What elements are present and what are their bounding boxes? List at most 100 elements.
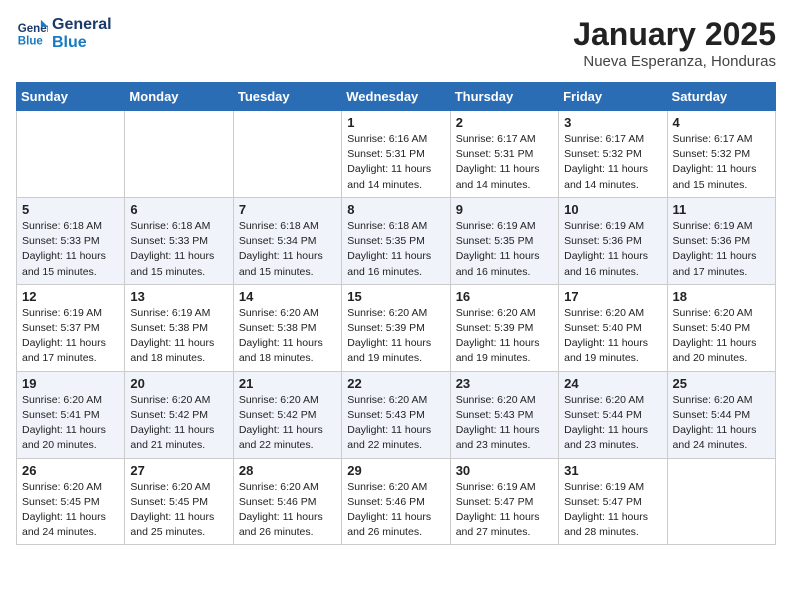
calendar-cell: 4Sunrise: 6:17 AMSunset: 5:32 PMDaylight… [667,111,775,198]
day-number: 31 [564,463,661,478]
calendar-cell: 9 Sunrise: 6:19 AMSunset: 5:35 PMDaylight… [450,197,558,284]
day-info: Sunrise: 6:20 AMSunset: 5:44 PMDaylight:… [673,393,770,454]
day-number: 30 [456,463,553,478]
calendar-cell: 26 Sunrise: 6:20 AMSunset: 5:45 PMDayligh… [17,458,125,545]
day-number: 28 [239,463,336,478]
day-info: Sunrise: 6:20 AMSunset: 5:38 PMDaylight:… [239,306,336,367]
header-friday: Friday [559,83,667,111]
day-info: Sunrise: 6:19 AMSunset: 5:37 PMDaylight:… [22,306,119,367]
day-number: 13 [130,289,227,304]
calendar-cell [17,111,125,198]
day-number: 24 [564,376,661,391]
day-info: Sunrise: 6:20 AMSunset: 5:42 PMDaylight:… [239,393,336,454]
calendar-cell: 10 Sunrise: 6:19 AMSunset: 5:36 PMDayligh… [559,197,667,284]
calendar-cell: 16 Sunrise: 6:20 AMSunset: 5:39 PMDayligh… [450,284,558,371]
day-info: Sunrise: 6:16 AMSunset: 5:31 PMDaylight:… [347,132,444,193]
day-number: 29 [347,463,444,478]
day-info: Sunrise: 6:20 AMSunset: 5:45 PMDaylight:… [22,480,119,541]
day-number: 6 [130,202,227,217]
calendar-cell: 11 Sunrise: 6:19 AMSunset: 5:36 PMDayligh… [667,197,775,284]
logo-line2: Blue [52,34,112,52]
calendar-cell: 24 Sunrise: 6:20 AMSunset: 5:44 PMDayligh… [559,371,667,458]
calendar-cell: 1 Sunrise: 6:16 AMSunset: 5:31 PMDaylight… [342,111,450,198]
day-number: 11 [673,202,770,217]
day-info: Sunrise: 6:20 AMSunset: 5:40 PMDaylight:… [673,306,770,367]
day-info: Sunrise: 6:19 AMSunset: 5:36 PMDaylight:… [564,219,661,280]
day-info: Sunrise: 6:20 AMSunset: 5:43 PMDaylight:… [456,393,553,454]
calendar-cell: 18 Sunrise: 6:20 AMSunset: 5:40 PMDayligh… [667,284,775,371]
calendar-cell [125,111,233,198]
day-info: Sunrise: 6:20 AMSunset: 5:41 PMDaylight:… [22,393,119,454]
day-info: Sunrise: 6:17 AMSunset: 5:32 PMDaylight:… [564,132,661,193]
calendar-header-row: SundayMondayTuesdayWednesdayThursdayFrid… [17,83,776,111]
calendar-cell: 15 Sunrise: 6:20 AMSunset: 5:39 PMDayligh… [342,284,450,371]
day-number: 21 [239,376,336,391]
day-number: 8 [347,202,444,217]
calendar-cell: 21 Sunrise: 6:20 AMSunset: 5:42 PMDayligh… [233,371,341,458]
header-tuesday: Tuesday [233,83,341,111]
day-number: 15 [347,289,444,304]
calendar-cell: 31 Sunrise: 6:19 AMSunset: 5:47 PMDayligh… [559,458,667,545]
day-number: 2 [456,115,553,130]
calendar-cell: 8 Sunrise: 6:18 AMSunset: 5:35 PMDaylight… [342,197,450,284]
calendar-cell: 23 Sunrise: 6:20 AMSunset: 5:43 PMDayligh… [450,371,558,458]
calendar-week-row: 12Sunrise: 6:19 AMSunset: 5:37 PMDayligh… [17,284,776,371]
day-info: Sunrise: 6:19 AMSunset: 5:35 PMDaylight:… [456,219,553,280]
day-number: 1 [347,115,444,130]
calendar-cell [233,111,341,198]
calendar-cell: 14Sunrise: 6:20 AMSunset: 5:38 PMDayligh… [233,284,341,371]
day-info: Sunrise: 6:20 AMSunset: 5:40 PMDaylight:… [564,306,661,367]
day-number: 5 [22,202,119,217]
calendar-cell: 7Sunrise: 6:18 AMSunset: 5:34 PMDaylight… [233,197,341,284]
calendar-cell: 25 Sunrise: 6:20 AMSunset: 5:44 PMDayligh… [667,371,775,458]
calendar-cell: 13 Sunrise: 6:19 AMSunset: 5:38 PMDayligh… [125,284,233,371]
day-info: Sunrise: 6:20 AMSunset: 5:39 PMDaylight:… [347,306,444,367]
page-header: General Blue General Blue January 2025 N… [16,16,776,70]
calendar-cell: 17 Sunrise: 6:20 AMSunset: 5:40 PMDayligh… [559,284,667,371]
calendar-cell: 30Sunrise: 6:19 AMSunset: 5:47 PMDayligh… [450,458,558,545]
day-number: 18 [673,289,770,304]
day-number: 4 [673,115,770,130]
logo-icon: General Blue [16,18,48,50]
day-number: 17 [564,289,661,304]
calendar-cell: 3 Sunrise: 6:17 AMSunset: 5:32 PMDaylight… [559,111,667,198]
month-year-title: January 2025 [573,16,776,53]
day-info: Sunrise: 6:20 AMSunset: 5:46 PMDaylight:… [239,480,336,541]
header-thursday: Thursday [450,83,558,111]
day-number: 22 [347,376,444,391]
day-info: Sunrise: 6:19 AMSunset: 5:38 PMDaylight:… [130,306,227,367]
day-info: Sunrise: 6:18 AMSunset: 5:33 PMDaylight:… [22,219,119,280]
day-number: 27 [130,463,227,478]
calendar-week-row: 26 Sunrise: 6:20 AMSunset: 5:45 PMDayligh… [17,458,776,545]
day-number: 9 [456,202,553,217]
day-number: 7 [239,202,336,217]
day-info: Sunrise: 6:20 AMSunset: 5:43 PMDaylight:… [347,393,444,454]
calendar-cell: 29 Sunrise: 6:20 AMSunset: 5:46 PMDayligh… [342,458,450,545]
day-info: Sunrise: 6:20 AMSunset: 5:46 PMDaylight:… [347,480,444,541]
day-number: 20 [130,376,227,391]
day-info: Sunrise: 6:17 AMSunset: 5:31 PMDaylight:… [456,132,553,193]
day-number: 23 [456,376,553,391]
day-info: Sunrise: 6:20 AMSunset: 5:39 PMDaylight:… [456,306,553,367]
day-info: Sunrise: 6:20 AMSunset: 5:45 PMDaylight:… [130,480,227,541]
calendar-cell: 6 Sunrise: 6:18 AMSunset: 5:33 PMDaylight… [125,197,233,284]
day-info: Sunrise: 6:20 AMSunset: 5:42 PMDaylight:… [130,393,227,454]
day-number: 26 [22,463,119,478]
calendar-cell: 22 Sunrise: 6:20 AMSunset: 5:43 PMDayligh… [342,371,450,458]
header-wednesday: Wednesday [342,83,450,111]
day-info: Sunrise: 6:20 AMSunset: 5:44 PMDaylight:… [564,393,661,454]
day-number: 25 [673,376,770,391]
calendar-week-row: 19Sunrise: 6:20 AMSunset: 5:41 PMDayligh… [17,371,776,458]
day-info: Sunrise: 6:18 AMSunset: 5:33 PMDaylight:… [130,219,227,280]
day-number: 3 [564,115,661,130]
day-info: Sunrise: 6:19 AMSunset: 5:47 PMDaylight:… [564,480,661,541]
day-number: 10 [564,202,661,217]
day-info: Sunrise: 6:19 AMSunset: 5:36 PMDaylight:… [673,219,770,280]
day-number: 16 [456,289,553,304]
logo-line1: General [52,16,112,34]
header-saturday: Saturday [667,83,775,111]
header-sunday: Sunday [17,83,125,111]
calendar-week-row: 5 Sunrise: 6:18 AMSunset: 5:33 PMDaylight… [17,197,776,284]
calendar-cell: 5 Sunrise: 6:18 AMSunset: 5:33 PMDaylight… [17,197,125,284]
day-info: Sunrise: 6:18 AMSunset: 5:35 PMDaylight:… [347,219,444,280]
